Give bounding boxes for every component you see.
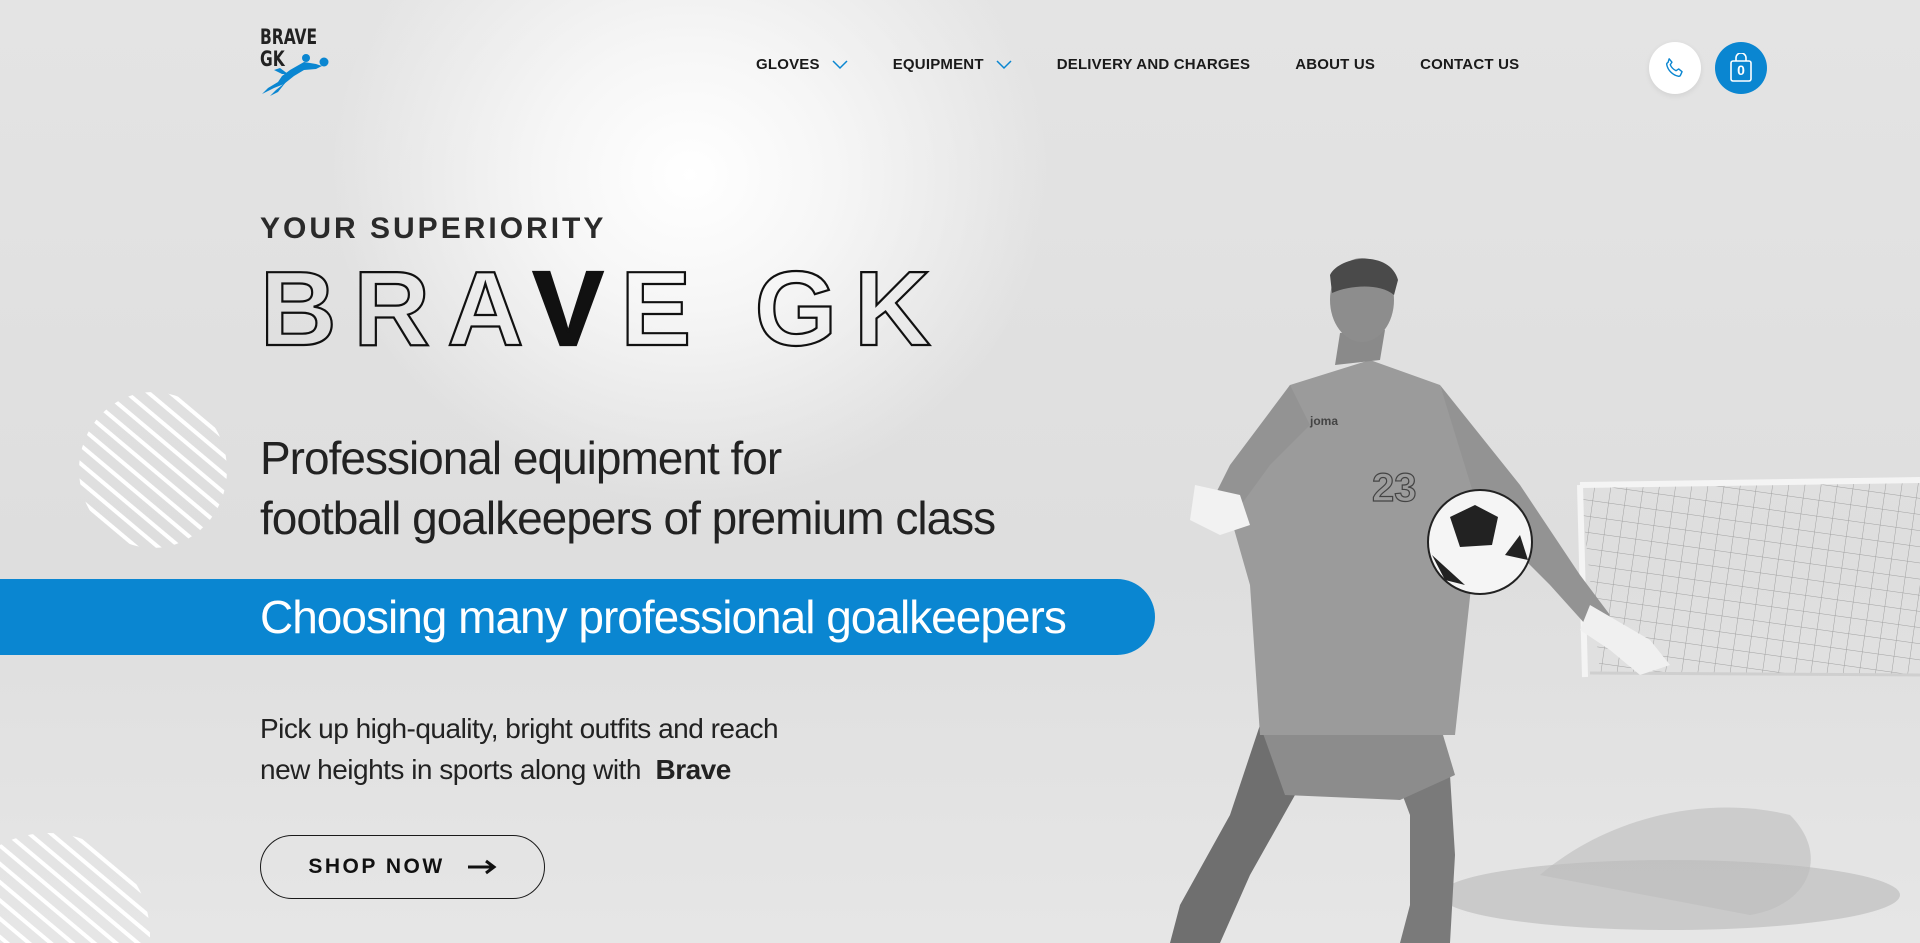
jersey-brand: joma bbox=[1309, 414, 1338, 428]
cart-button[interactable]: 0 bbox=[1715, 42, 1767, 94]
phone-icon bbox=[1666, 58, 1683, 77]
title-part-1: BRA bbox=[260, 252, 533, 357]
shop-now-button[interactable]: SHOP NOW bbox=[260, 835, 545, 899]
cart-count-badge: 0 bbox=[1737, 62, 1745, 78]
nav-item-equipment[interactable]: EQUIPMENT bbox=[893, 56, 1012, 73]
striped-circle-decoration bbox=[79, 392, 227, 548]
hero-title: BRAVE GK bbox=[259, 252, 948, 357]
headline-line-1: Professional equipment for bbox=[260, 432, 782, 484]
subtext-line-2-text: new heights in sports along with bbox=[260, 754, 641, 785]
phone-button[interactable] bbox=[1649, 42, 1701, 94]
nav-item-contact[interactable]: CONTACT US bbox=[1420, 56, 1519, 73]
hero-subtext: Pick up high-quality, bright outfits and… bbox=[260, 708, 779, 790]
striped-circle-decoration-bottom bbox=[0, 833, 150, 943]
nav-item-delivery[interactable]: DELIVERY AND CHARGES bbox=[1057, 56, 1250, 73]
title-part-highlight: V bbox=[533, 252, 621, 357]
chevron-down-icon bbox=[996, 59, 1012, 69]
banner-text: Choosing many professional goalkeepers bbox=[260, 591, 1067, 643]
goalkeeper-logo-icon bbox=[262, 54, 329, 96]
chevron-down-icon bbox=[832, 59, 848, 69]
hero-title-text: BRAVE GK bbox=[260, 252, 948, 357]
hero-headline: Professional equipment for football goal… bbox=[260, 428, 996, 548]
jersey-number: 23 bbox=[1372, 466, 1417, 510]
subtext-brand: Brave bbox=[655, 754, 731, 785]
nav-gloves-label: GLOVES bbox=[756, 56, 820, 73]
hero-eyebrow: YOUR SUPERIORITY bbox=[260, 212, 607, 245]
headline-line-2: football goalkeepers of premium class bbox=[260, 492, 996, 544]
nav-about-label: ABOUT US bbox=[1295, 56, 1376, 73]
nav-item-about[interactable]: ABOUT US bbox=[1295, 56, 1375, 73]
shop-now-label: SHOP NOW bbox=[308, 855, 445, 878]
brand-logo[interactable]: BRAVE GK bbox=[260, 26, 344, 98]
nav-contact-label: CONTACT US bbox=[1420, 56, 1520, 73]
nav-delivery-label: DELIVERY AND CHARGES bbox=[1056, 56, 1251, 73]
nav-item-gloves[interactable]: GLOVES bbox=[756, 56, 848, 73]
goalkeeper-hero-image: 23 joma bbox=[1170, 258, 1920, 943]
hero-banner: Choosing many professional goalkeepers bbox=[0, 579, 1155, 655]
subtext-line-2: new heights in sports along with Brave bbox=[260, 749, 778, 790]
arrow-right-icon bbox=[467, 859, 497, 875]
nav-equipment-label: EQUIPMENT bbox=[892, 56, 984, 73]
main-navigation: GLOVES EQUIPMENT DELIVERY AND CHARGES AB… bbox=[756, 56, 1519, 73]
subtext-line-1: Pick up high-quality, bright outfits and… bbox=[260, 713, 779, 744]
title-part-2: E GK bbox=[621, 252, 948, 357]
